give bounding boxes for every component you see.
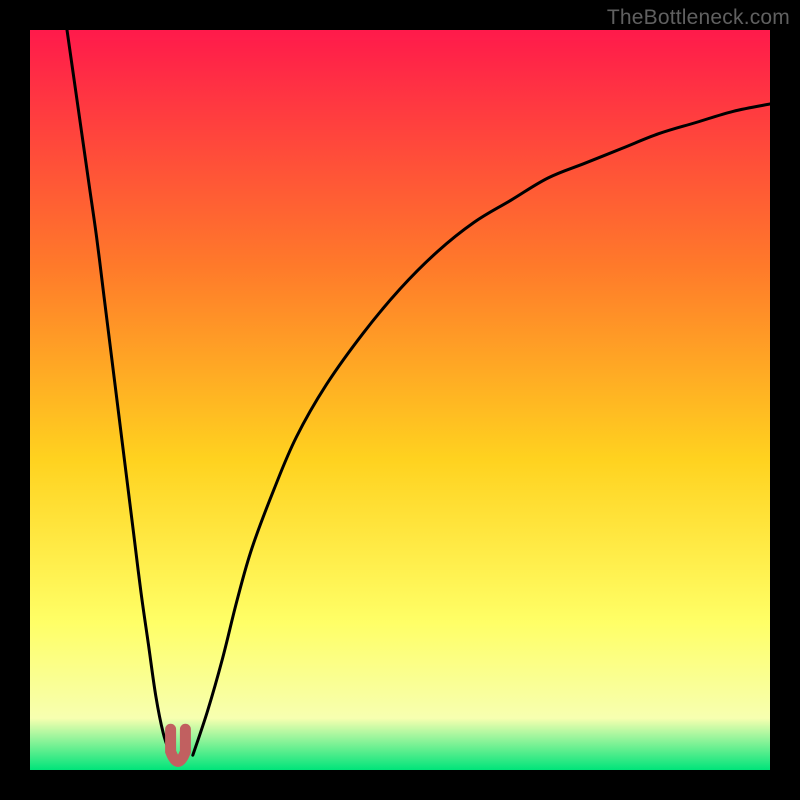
gradient-background [30,30,770,770]
watermark-text: TheBottleneck.com [607,6,790,30]
plot-svg [30,30,770,770]
chart-frame: TheBottleneck.com [0,0,800,800]
plot-area [30,30,770,770]
